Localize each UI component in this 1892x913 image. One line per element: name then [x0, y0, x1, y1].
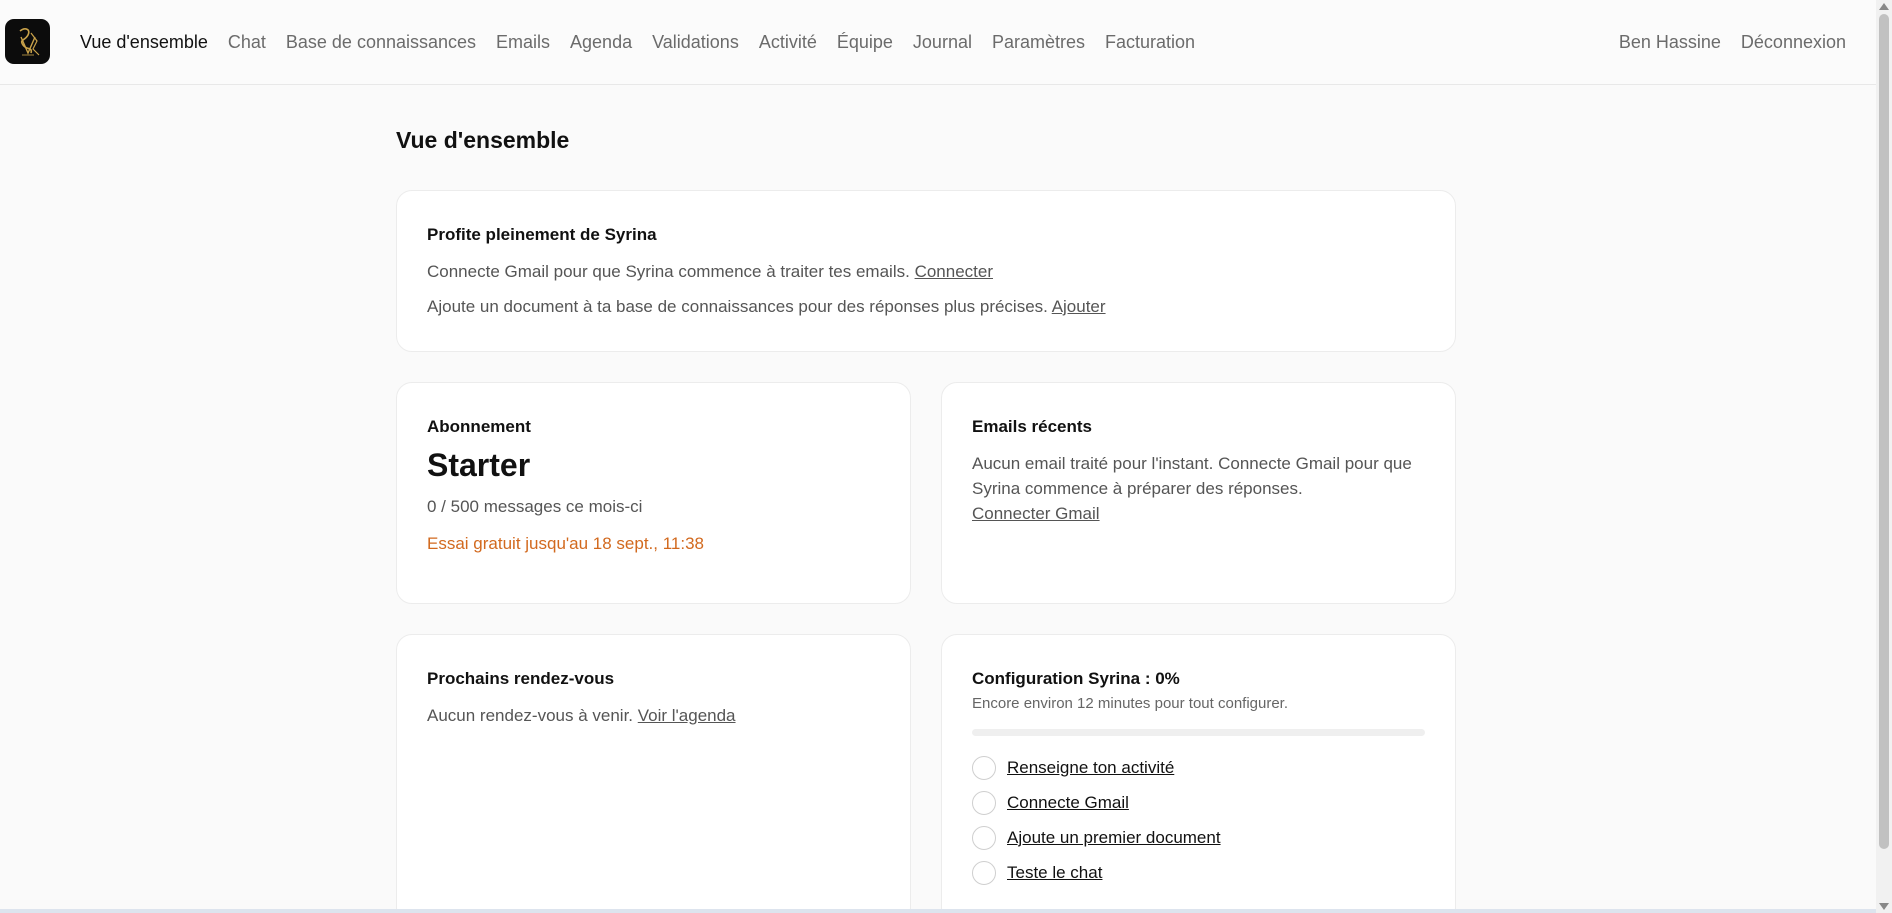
logout-link[interactable]: Déconnexion [1741, 32, 1846, 53]
appointments-card: Prochains rendez-vous Aucun rendez-vous … [396, 634, 911, 913]
page-title: Vue d'ensemble [396, 127, 570, 153]
onboarding-card-title: Profite pleinement de Syrina [427, 225, 657, 244]
recent-emails-title: Emails récents [972, 417, 1093, 436]
onboarding-card: Profite pleinement de Syrina Connecte Gm… [396, 190, 1456, 352]
connect-link[interactable]: Connecter [915, 262, 993, 281]
unchecked-circle-icon[interactable] [972, 825, 996, 850]
nav-item-overview[interactable]: Vue d'ensemble [80, 32, 208, 53]
top-navbar: Vue d'ensemble Chat Base de connaissance… [0, 0, 1876, 85]
user-name-link[interactable]: Ben Hassine [1619, 32, 1721, 53]
unchecked-circle-icon[interactable] [972, 790, 996, 815]
nav-item-team[interactable]: Équipe [837, 32, 893, 53]
nav-item-validations[interactable]: Validations [652, 32, 739, 53]
scroll-down-icon[interactable] [1879, 903, 1889, 910]
appointments-empty-text: Aucun rendez-vous à venir. [427, 706, 634, 725]
setup-step-label[interactable]: Connecte Gmail [1007, 793, 1129, 813]
appointments-title: Prochains rendez-vous [427, 669, 615, 688]
setup-step-label[interactable]: Teste le chat [1007, 863, 1102, 883]
onboarding-gmail-line: Connecte Gmail pour que Syrina commence … [427, 259, 1425, 284]
scroll-up-icon[interactable] [1879, 3, 1889, 10]
setup-step-document[interactable]: Ajoute un premier document [972, 820, 1425, 855]
main-nav: Vue d'ensemble Chat Base de connaissance… [80, 0, 1215, 85]
scrollbar-thumb[interactable] [1879, 14, 1889, 849]
recent-emails-empty: Aucun email traité pour l'instant. Conne… [972, 454, 1412, 498]
subscription-card: Abonnement Starter 0 / 500 messages ce m… [396, 382, 911, 604]
nav-item-agenda[interactable]: Agenda [570, 32, 632, 53]
setup-title: Configuration Syrina : 0% [972, 669, 1180, 688]
setup-step-chat[interactable]: Teste le chat [972, 855, 1425, 890]
view-agenda-link[interactable]: Voir l'agenda [638, 706, 736, 725]
nav-item-knowledge-base[interactable]: Base de connaissances [286, 32, 476, 53]
appointments-empty-line: Aucun rendez-vous à venir. Voir l'agenda [427, 703, 880, 728]
brand-logo-icon[interactable] [5, 19, 50, 64]
connect-gmail-link[interactable]: Connecter Gmail [972, 504, 1100, 523]
nav-item-emails[interactable]: Emails [496, 32, 550, 53]
unchecked-circle-icon[interactable] [972, 860, 996, 885]
onboarding-document-text: Ajoute un document à ta base de connaiss… [427, 297, 1048, 316]
page-scrollbar[interactable] [1876, 0, 1892, 913]
recent-emails-link-line: Connecter Gmail [972, 501, 1425, 526]
setup-checklist: Renseigne ton activité Connecte Gmail Aj… [972, 750, 1425, 890]
usage-counter: 0 / 500 messages ce mois-ci [427, 497, 643, 516]
trial-status: Essai gratuit jusqu'au 18 sept., 11:38 [427, 534, 704, 553]
viewport-bottom-edge [0, 909, 1876, 913]
setup-step-label[interactable]: Ajoute un premier document [1007, 828, 1221, 848]
nav-item-chat[interactable]: Chat [228, 32, 266, 53]
setup-card: Configuration Syrina : 0% Encore environ… [941, 634, 1456, 913]
nav-item-billing[interactable]: Facturation [1105, 32, 1195, 53]
setup-step-gmail[interactable]: Connecte Gmail [972, 785, 1425, 820]
nav-item-settings[interactable]: Paramètres [992, 32, 1085, 53]
logo-monogram-icon [19, 27, 39, 55]
add-document-link[interactable]: Ajouter [1052, 297, 1106, 316]
setup-time-note: Encore environ 12 minutes pour tout conf… [972, 695, 1289, 712]
setup-step-label[interactable]: Renseigne ton activité [1007, 758, 1174, 778]
setup-progress-bar [972, 729, 1425, 736]
setup-step-activity[interactable]: Renseigne ton activité [972, 750, 1425, 785]
nav-item-activity[interactable]: Activité [759, 32, 817, 53]
onboarding-document-line: Ajoute un document à ta base de connaiss… [427, 294, 1425, 319]
user-nav: Ben Hassine Déconnexion [1599, 0, 1846, 85]
unchecked-circle-icon[interactable] [972, 755, 996, 780]
subscription-card-title: Abonnement [427, 417, 531, 436]
recent-emails-card: Emails récents Aucun email traité pour l… [941, 382, 1456, 604]
nav-item-journal[interactable]: Journal [913, 32, 972, 53]
plan-name: Starter [427, 447, 531, 483]
onboarding-gmail-text: Connecte Gmail pour que Syrina commence … [427, 262, 910, 281]
